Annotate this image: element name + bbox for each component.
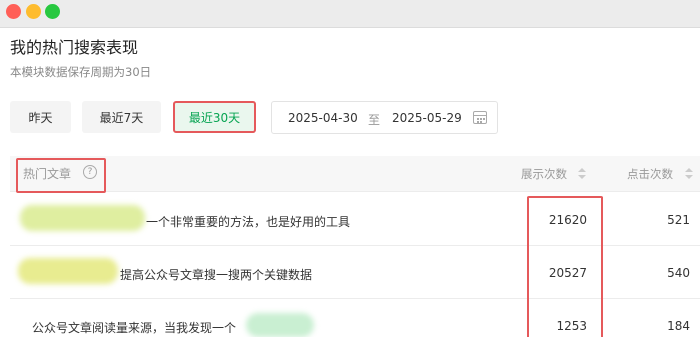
table-header: 热门文章 ? 展示次数 点击次数 [10, 156, 700, 193]
date-range-picker[interactable]: 2025-04-30 至 2025-05-29 [271, 101, 498, 134]
end-date[interactable]: 2025-05-29 [392, 111, 462, 125]
article-title[interactable]: 公众号文章阅读量来源，当我发现一个 [32, 319, 236, 336]
clicks-value: 521 [667, 213, 690, 227]
redacted-title-blur [20, 205, 145, 231]
date-separator: 至 [368, 113, 381, 127]
calendar-icon[interactable] [473, 111, 487, 124]
start-date[interactable]: 2025-04-30 [288, 111, 358, 125]
redacted-title-blur [246, 313, 314, 337]
article-title[interactable]: 一个非常重要的方法，也是好用的工具 [146, 213, 350, 230]
help-circle-icon[interactable]: ? [83, 165, 97, 179]
range-7-days-button[interactable]: 最近7天 [82, 101, 161, 133]
sort-icon[interactable] [578, 168, 586, 180]
clicks-value: 184 [667, 319, 690, 333]
window-titlebar [0, 0, 700, 28]
zoom-dot-icon[interactable] [45, 4, 60, 19]
column-hot-articles: 热门文章 [23, 167, 72, 181]
column-impressions[interactable]: 展示次数 [521, 166, 567, 182]
column-clicks[interactable]: 点击次数 [627, 166, 673, 182]
sort-icon[interactable] [685, 168, 693, 180]
close-dot-icon[interactable] [6, 4, 21, 19]
clicks-value: 540 [667, 266, 690, 280]
impressions-highlight [527, 196, 603, 337]
page-title: 我的热门搜索表现 [10, 38, 139, 57]
article-title[interactable]: 提高公众号文章搜一搜两个关键数据 [120, 266, 312, 283]
range-30-days-button[interactable]: 最近30天 [173, 101, 256, 133]
retention-note: 本模块数据保存周期为30日 [10, 65, 152, 79]
redacted-title-blur [18, 258, 118, 284]
range-yesterday-button[interactable]: 昨天 [10, 101, 71, 133]
minimize-dot-icon[interactable] [26, 4, 41, 19]
